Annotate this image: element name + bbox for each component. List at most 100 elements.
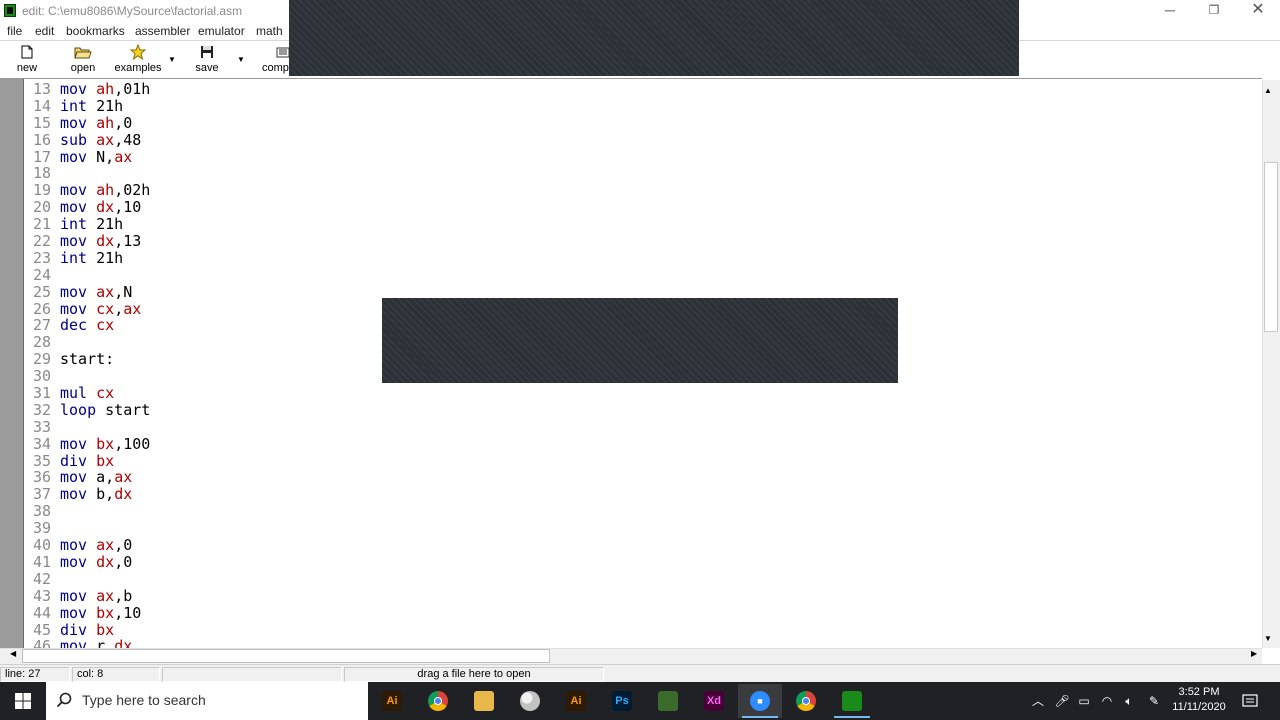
save-button[interactable]: save [192, 44, 222, 76]
menu-bookmarks[interactable]: bookmarks [66, 24, 125, 38]
scroll-right-arrow-icon[interactable]: ▶ [1251, 649, 1257, 658]
code-line[interactable]: 27 dec cx [25, 317, 150, 334]
code-keyword: mov [60, 198, 97, 217]
code-line[interactable]: 33 [25, 418, 150, 436]
floppy-disk-icon [201, 46, 213, 58]
taskbar-app-photoshop[interactable]: Ps [600, 684, 644, 718]
code-line[interactable]: 21 int 21h [25, 216, 150, 233]
line-number: 29 [32, 350, 51, 369]
code-line[interactable]: 15 mov ah,0 [25, 113, 150, 132]
taskbar-app-emu8086[interactable] [830, 684, 874, 718]
code-line[interactable]: 39 [25, 520, 150, 537]
code-line[interactable]: 23 int 21h [25, 248, 150, 267]
tray-chevron-up-icon[interactable]: ︿ [1030, 693, 1046, 709]
taskbar-app-illustrator[interactable]: Ai [370, 684, 414, 718]
code-line[interactable]: 30 [25, 368, 150, 385]
save-dropdown-arrow-icon[interactable]: ▼ [237, 55, 245, 64]
line-number: 16 [32, 130, 51, 149]
code-line[interactable]: 26 mov cx,ax [25, 300, 150, 318]
code-line[interactable]: 18 [25, 165, 150, 182]
taskbar-app-xd[interactable]: Xd [692, 684, 736, 718]
code-line[interactable]: 20 mov dx,10 [25, 199, 150, 216]
microphone-icon[interactable]: 🎤︎ [1054, 693, 1070, 709]
taskbar-app-illustrator-2[interactable]: Ai [554, 684, 598, 718]
code-line[interactable]: 36 mov a,ax [25, 469, 150, 486]
code-line[interactable]: 25 mov ax,N [25, 283, 150, 301]
menu-assembler[interactable]: assembler [135, 24, 190, 38]
menu-edit[interactable]: edit [35, 24, 54, 38]
taskbar-app-chrome-profile[interactable] [784, 684, 828, 718]
start-button[interactable] [0, 682, 46, 720]
scroll-up-arrow-icon[interactable]: ▲ [1264, 86, 1272, 95]
code-line[interactable]: 40 mov ax,0 [25, 537, 150, 554]
code-line[interactable]: 45 div bx [25, 620, 150, 639]
code-line[interactable]: 16 sub ax,48 [25, 130, 150, 149]
code-line[interactable]: 19 mov ah,02h [25, 182, 150, 199]
compile-button[interactable]: comp [262, 44, 290, 76]
battery-icon[interactable]: ▭ [1076, 693, 1092, 709]
line-number: 18 [32, 164, 51, 183]
line-number: 38 [32, 502, 51, 521]
code-register: ax [96, 536, 115, 555]
code-line[interactable]: 14 int 21h [25, 96, 150, 115]
code-text: ,0 [114, 113, 133, 132]
code-text: ,01h [114, 80, 151, 98]
save-label: save [195, 62, 219, 74]
code-line[interactable]: 28 [25, 334, 150, 351]
code-line[interactable]: 35 div bx [25, 452, 150, 470]
wifi-icon[interactable]: ◠ [1099, 693, 1115, 709]
examples-button[interactable]: examples [112, 44, 164, 76]
pen-icon[interactable]: ✎ [1146, 693, 1162, 709]
vertical-scroll-thumb[interactable] [1264, 162, 1278, 332]
code-line[interactable]: 42 [25, 570, 150, 588]
code-line[interactable]: 29 start: [25, 351, 150, 368]
new-button[interactable]: new [12, 44, 42, 76]
code-line[interactable]: 46 mov r,dx [25, 638, 150, 648]
scroll-left-arrow-icon[interactable]: ◀ [10, 649, 16, 658]
taskbar-app-chrome[interactable] [416, 684, 460, 718]
line-number: 28 [32, 333, 51, 352]
code-line[interactable]: 13 mov ah,01h [25, 81, 150, 98]
status-empty-cell [162, 667, 342, 682]
code-line[interactable]: 43 mov ax,b [25, 587, 150, 605]
code-line[interactable]: 34 mov bx,100 [25, 435, 150, 453]
code-line[interactable]: 37 mov b,dx [25, 486, 150, 503]
code-line[interactable]: 44 mov bx,10 [25, 604, 150, 622]
code-line[interactable]: 41 mov dx,0 [25, 552, 150, 571]
line-number: 45 [32, 620, 51, 639]
line-number: 24 [32, 265, 51, 284]
menu-file[interactable]: file [7, 24, 22, 38]
new-file-icon [21, 45, 33, 59]
line-number: 14 [32, 96, 51, 115]
taskbar-app-file-explorer[interactable] [462, 684, 506, 718]
code-keyword: int [60, 248, 97, 267]
open-button[interactable]: open [66, 44, 100, 76]
taskbar-search-box[interactable]: Type here to search [46, 682, 368, 720]
maximize-button[interactable]: ❐ [1192, 0, 1236, 22]
volume-icon[interactable]: 🔈︎ [1121, 693, 1137, 709]
menu-math[interactable]: math [256, 24, 283, 38]
code-line[interactable]: 32 loop start [25, 401, 150, 419]
menu-emulator[interactable]: emulator [198, 24, 245, 38]
taskbar-app-zoom[interactable]: ■ [738, 684, 782, 718]
taskbar-app-paint[interactable] [508, 684, 552, 718]
taskbar-clock[interactable]: 3:52 PM 11/11/2020 [1164, 685, 1234, 715]
code-line[interactable]: 38 [25, 503, 150, 520]
line-number: 31 [32, 384, 51, 403]
code-line[interactable]: 17 mov N,ax [25, 148, 150, 166]
code-line[interactable]: 22 mov dx,13 [25, 233, 150, 250]
code-line[interactable]: 24 [25, 265, 150, 284]
close-button[interactable]: ✕ [1236, 0, 1280, 22]
scroll-down-arrow-icon[interactable]: ▼ [1264, 634, 1272, 643]
code-line[interactable]: 31 mul cx [25, 385, 150, 402]
horizontal-scroll-thumb[interactable] [22, 649, 550, 663]
examples-dropdown-arrow-icon[interactable]: ▼ [168, 55, 176, 64]
minimize-button[interactable]: ─ [1148, 0, 1192, 22]
taskbar-app-image-app[interactable] [646, 684, 690, 718]
line-number: 41 [32, 552, 51, 571]
line-number: 20 [32, 198, 51, 217]
line-number: 27 [32, 316, 51, 335]
examples-label: examples [114, 62, 162, 74]
editor-gutter [0, 79, 24, 648]
notification-icon[interactable] [1242, 693, 1258, 709]
